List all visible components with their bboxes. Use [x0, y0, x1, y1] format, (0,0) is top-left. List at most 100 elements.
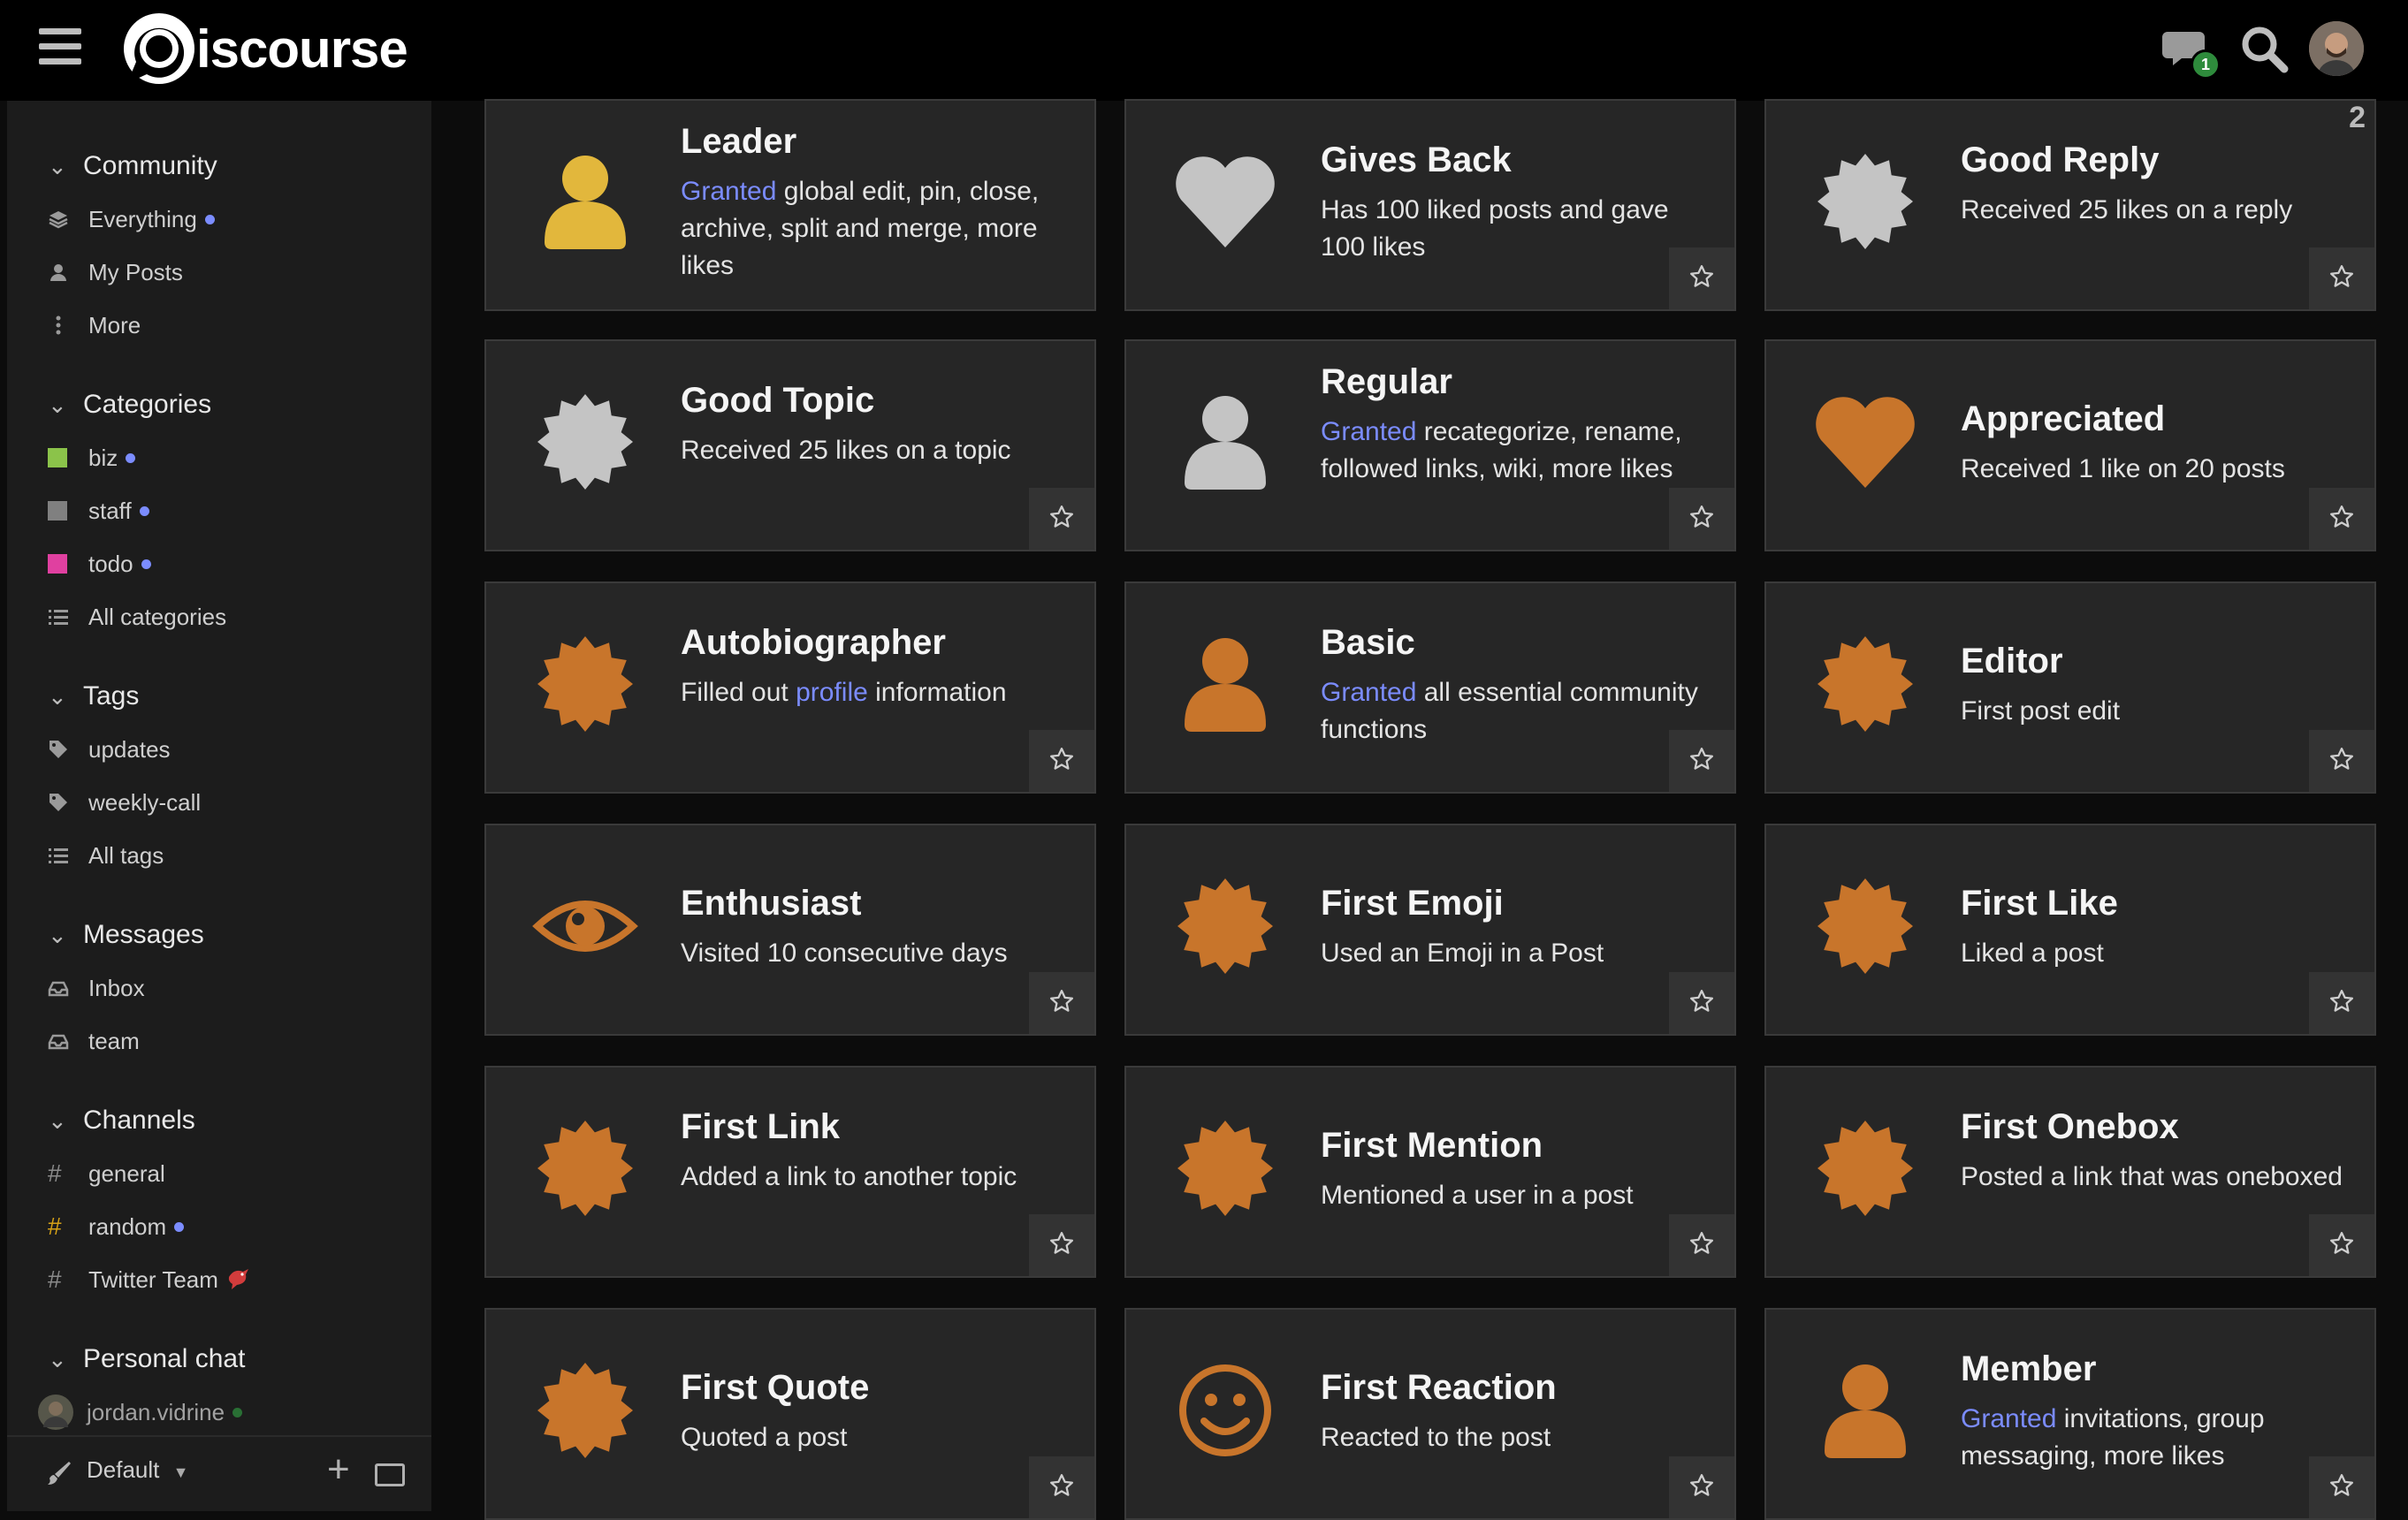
badge-title[interactable]: Gives Back: [1321, 141, 1512, 180]
badge-card[interactable]: Member Granted invitations, group messagi…: [1764, 1308, 2376, 1520]
sidebar-item-random[interactable]: # random: [7, 1207, 185, 1246]
badge-card[interactable]: First Link Added a link to another topic: [484, 1066, 1096, 1278]
plus-icon[interactable]: +: [327, 1448, 350, 1492]
badge-card[interactable]: Good Topic Received 25 likes on a topic: [484, 339, 1096, 551]
hamburger-icon[interactable]: [39, 28, 81, 67]
badge-title[interactable]: First Quote: [681, 1368, 869, 1408]
favorite-star-button[interactable]: [1669, 730, 1734, 792]
sidebar-item-everything[interactable]: Everything: [7, 200, 215, 239]
sidebar-item-jordan-vidrine[interactable]: jordan.vidrine: [7, 1393, 243, 1432]
badge-title[interactable]: Basic: [1321, 623, 1415, 663]
badge-card[interactable]: Autobiographer Filled out profile informa…: [484, 581, 1096, 794]
badge-title[interactable]: First Onebox: [1961, 1107, 2179, 1147]
sidebar-section-channels[interactable]: ⌄ Channels: [7, 1101, 195, 1140]
sidebar-item-all-tags[interactable]: All tags: [7, 836, 164, 875]
sidebar-item-general[interactable]: # general: [7, 1154, 165, 1193]
badge-title[interactable]: Regular: [1321, 362, 1452, 402]
section-title: Personal chat: [83, 1344, 246, 1373]
favorite-star-button[interactable]: [2309, 730, 2374, 792]
favorite-star-button[interactable]: [1669, 1456, 1734, 1518]
sidebar-section-community[interactable]: ⌄ Community: [7, 147, 217, 186]
badge-title[interactable]: Good Topic: [681, 381, 874, 421]
badge-card[interactable]: First Onebox Posted a link that was onebo…: [1764, 1066, 2376, 1278]
badge-card[interactable]: Enthusiast Visited 10 consecutive days: [484, 824, 1096, 1036]
badge-card[interactable]: First Quote Quoted a post: [484, 1308, 1096, 1520]
sidebar-item-team[interactable]: team: [7, 1022, 140, 1060]
sidebar-item-weekly-call[interactable]: weekly-call: [7, 783, 201, 822]
badge-title[interactable]: First Mention: [1321, 1126, 1543, 1166]
granted-link[interactable]: Granted: [1321, 678, 1416, 707]
favorite-star-button[interactable]: [2309, 488, 2374, 550]
sidebar-item-twitter-team[interactable]: # Twitter Team: [7, 1260, 252, 1299]
keyboard-icon[interactable]: [375, 1463, 405, 1486]
sidebar-item-my-posts[interactable]: My Posts: [7, 253, 183, 292]
favorite-star-button[interactable]: [2309, 1214, 2374, 1276]
badge-card[interactable]: First Reaction Reacted to the post: [1124, 1308, 1736, 1520]
badge-title[interactable]: Appreciated: [1961, 399, 2165, 439]
sidebar-item-more[interactable]: More: [7, 306, 141, 345]
favorite-star-button[interactable]: [1029, 1456, 1094, 1518]
favorite-star-button[interactable]: [1029, 972, 1094, 1034]
badge-card[interactable]: Regular Granted recategorize, rename, fol…: [1124, 339, 1736, 551]
badge-card[interactable]: Good Reply Received 25 likes on a reply 2: [1764, 99, 2376, 311]
favorite-star-button[interactable]: [2309, 1456, 2374, 1518]
sidebar-item-biz[interactable]: biz: [7, 438, 136, 477]
sidebar-section-personal-chat[interactable]: ⌄ Personal chat: [7, 1340, 245, 1379]
site-logo[interactable]: iscourse: [120, 11, 408, 87]
badge-title[interactable]: Leader: [681, 122, 796, 162]
badge-description-text: Posted a link that was oneboxed: [1961, 1162, 2343, 1191]
granted-link[interactable]: Granted: [681, 177, 776, 206]
sidebar-section-messages[interactable]: ⌄ Messages: [7, 916, 204, 954]
favorite-star-button[interactable]: [1669, 247, 1734, 309]
favorite-star-button[interactable]: [1669, 972, 1734, 1034]
favorite-star-button[interactable]: [2309, 972, 2374, 1034]
chat-icon[interactable]: 1: [2160, 21, 2221, 80]
badge-card[interactable]: Appreciated Received 1 like on 20 posts: [1764, 339, 2376, 551]
favorite-star-button[interactable]: [1029, 1214, 1094, 1276]
badge-title[interactable]: First Emoji: [1321, 884, 1504, 923]
favorite-star-button[interactable]: [1669, 488, 1734, 550]
sidebar-item-all-categories[interactable]: All categories: [7, 597, 226, 636]
star-icon: [1688, 988, 1715, 1019]
sidebar-item-label: updates: [88, 735, 171, 763]
sidebar-item-inbox[interactable]: Inbox: [7, 969, 145, 1007]
badge-card[interactable]: First Like Liked a post: [1764, 824, 2376, 1036]
sidebar-section-tags[interactable]: ⌄ Tags: [7, 677, 139, 716]
badge-card[interactable]: Basic Granted all essential community fun…: [1124, 581, 1736, 794]
favorite-star-button[interactable]: [1029, 488, 1094, 550]
badge-title[interactable]: First Reaction: [1321, 1368, 1557, 1408]
profile-link[interactable]: profile: [796, 678, 868, 707]
unread-indicator: [204, 214, 215, 224]
sidebar-item-updates[interactable]: updates: [7, 730, 171, 769]
badge-description: Used an Emoji in a Post: [1321, 935, 1710, 972]
granted-link[interactable]: Granted: [1961, 1404, 2056, 1433]
badge-title[interactable]: Editor: [1961, 642, 2063, 681]
badge-card[interactable]: First Emoji Used an Emoji in a Post: [1124, 824, 1736, 1036]
sidebar-item-staff[interactable]: staff: [7, 491, 149, 530]
favorite-star-button[interactable]: [1029, 730, 1094, 792]
badge-title[interactable]: Autobiographer: [681, 623, 946, 663]
list-icon: [48, 606, 88, 627]
favorite-star-button[interactable]: [2309, 247, 2374, 309]
paintbrush-icon[interactable]: [46, 1460, 72, 1486]
category-color-square: [48, 448, 88, 467]
search-icon[interactable]: [2237, 21, 2293, 78]
sidebar-item-todo[interactable]: todo: [7, 544, 151, 583]
badge-title[interactable]: First Like: [1961, 884, 2118, 923]
certificate-icon: [1812, 1115, 1918, 1221]
sidebar-item-label: todo: [88, 550, 133, 577]
badge-title[interactable]: Good Reply: [1961, 141, 2159, 180]
theme-selector[interactable]: Default ▼: [87, 1456, 188, 1484]
granted-link[interactable]: Granted: [1321, 417, 1416, 446]
chevron-down-icon: ⌄: [48, 152, 67, 179]
badge-card[interactable]: Gives Back Has 100 liked posts and gave 1…: [1124, 99, 1736, 311]
badge-card[interactable]: First Mention Mentioned a user in a post: [1124, 1066, 1736, 1278]
badge-title[interactable]: Enthusiast: [681, 884, 861, 923]
badge-title[interactable]: Member: [1961, 1349, 2096, 1389]
badge-card[interactable]: Editor First post edit: [1764, 581, 2376, 794]
badge-title[interactable]: First Link: [681, 1107, 840, 1147]
favorite-star-button[interactable]: [1669, 1214, 1734, 1276]
user-avatar[interactable]: [2309, 21, 2364, 76]
sidebar-section-categories[interactable]: ⌄ Categories: [7, 385, 211, 424]
badge-card[interactable]: Leader Granted global edit, pin, close, a…: [484, 99, 1096, 311]
